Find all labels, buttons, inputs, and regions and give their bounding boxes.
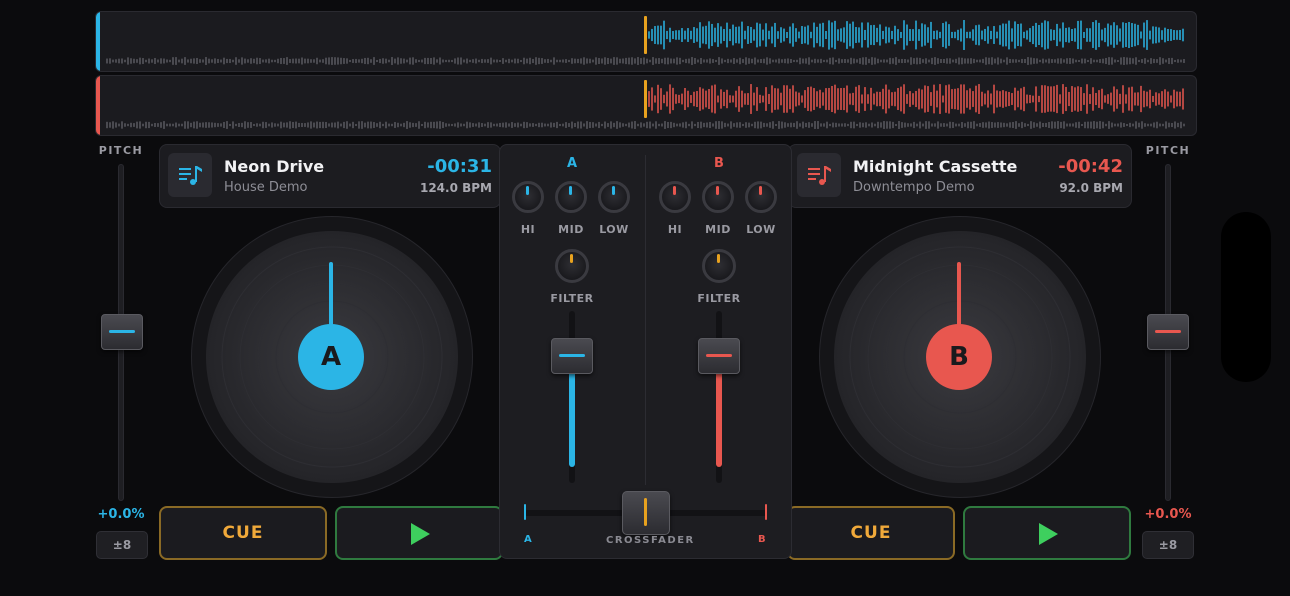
deck-a-pitch-value: +0.0% bbox=[97, 507, 145, 522]
deck-a-pitch-range-button[interactable]: ±8 bbox=[96, 531, 148, 559]
deck-a-time-remaining: -00:31 bbox=[427, 156, 492, 177]
crossfader-handle[interactable] bbox=[622, 491, 670, 535]
deck-a-playhead[interactable] bbox=[644, 16, 647, 54]
deck-a-cue-button[interactable]: CUE bbox=[159, 506, 327, 560]
deck-a-pitch-slider-handle[interactable] bbox=[101, 314, 143, 350]
music-playlist-icon bbox=[168, 153, 212, 197]
deck-b-cue-button[interactable]: CUE bbox=[787, 506, 955, 560]
channel-b-label: B bbox=[714, 156, 724, 171]
channel-b-filter-knob[interactable] bbox=[702, 249, 736, 283]
deck-b-platter-label: B bbox=[926, 324, 992, 390]
deck-b-play-button[interactable] bbox=[963, 506, 1131, 560]
channel-b-low-knob[interactable] bbox=[745, 181, 777, 213]
channel-a-low-label: LOW bbox=[599, 223, 629, 236]
play-icon bbox=[411, 523, 430, 545]
deck-b-pitch-slider-handle[interactable] bbox=[1147, 314, 1189, 350]
crossfader-b-marker bbox=[765, 504, 767, 520]
mixer-divider bbox=[645, 155, 646, 485]
deck-b-track-info[interactable]: Midnight Cassette Downtempo Demo -00:42 … bbox=[788, 144, 1132, 208]
channel-b-hi-knob[interactable] bbox=[659, 181, 691, 213]
deck-b-bpm: 92.0 BPM bbox=[1059, 181, 1123, 195]
channel-a-mid-knob[interactable] bbox=[555, 181, 587, 213]
deck-b-waveform[interactable] bbox=[95, 75, 1197, 136]
deck-b-pitch-range-button[interactable]: ±8 bbox=[1142, 531, 1194, 559]
side-handle bbox=[1221, 212, 1271, 382]
channel-a-low-knob[interactable] bbox=[598, 181, 630, 213]
deck-a-artist: House Demo bbox=[224, 180, 308, 195]
deck-b-pitch-label: PITCH bbox=[1145, 144, 1191, 157]
deck-b-time-remaining: -00:42 bbox=[1058, 156, 1123, 177]
channel-a-label: A bbox=[566, 156, 578, 171]
deck-a-bpm: 124.0 BPM bbox=[419, 181, 492, 195]
channel-a-hi-knob[interactable] bbox=[512, 181, 544, 213]
deck-a-play-button[interactable] bbox=[335, 506, 503, 560]
deck-a-track-info[interactable]: Neon Drive House Demo -00:31 124.0 BPM bbox=[159, 144, 501, 208]
channel-b-volume-fader[interactable] bbox=[698, 338, 740, 374]
play-icon bbox=[1039, 523, 1058, 545]
channel-b-low-label: LOW bbox=[746, 223, 776, 236]
channel-b-filter-label: FILTER bbox=[697, 292, 741, 305]
deck-b-track-title: Midnight Cassette bbox=[853, 157, 1018, 176]
crossfader-a-marker bbox=[524, 504, 526, 520]
channel-a-mid-label: MID bbox=[558, 223, 584, 236]
channel-b-mid-knob[interactable] bbox=[702, 181, 734, 213]
channel-a-volume-fader[interactable] bbox=[551, 338, 593, 374]
music-playlist-icon bbox=[797, 153, 841, 197]
channel-b-mid-label: MID bbox=[705, 223, 731, 236]
channel-b-hi-label: HI bbox=[667, 223, 683, 236]
deck-b-artist: Downtempo Demo bbox=[853, 180, 975, 195]
deck-a-platter-label: A bbox=[298, 324, 364, 390]
deck-a-track-title: Neon Drive bbox=[224, 157, 325, 176]
deck-a-pitch-label: PITCH bbox=[98, 144, 144, 157]
deck-b-pitch-value: +0.0% bbox=[1144, 507, 1192, 522]
channel-a-filter-knob[interactable] bbox=[555, 249, 589, 283]
deck-b-playhead[interactable] bbox=[644, 80, 647, 118]
channel-a-filter-label: FILTER bbox=[550, 292, 594, 305]
crossfader-label: CROSSFADER bbox=[606, 535, 695, 546]
mixer-panel: A HI MID LOW FILTER B HI MID LOW FILTER … bbox=[499, 144, 792, 559]
channel-a-hi-label: HI bbox=[520, 223, 536, 236]
crossfader-a-label: A bbox=[524, 534, 534, 545]
crossfader-b-label: B bbox=[758, 534, 768, 545]
deck-a-waveform[interactable] bbox=[95, 11, 1197, 72]
